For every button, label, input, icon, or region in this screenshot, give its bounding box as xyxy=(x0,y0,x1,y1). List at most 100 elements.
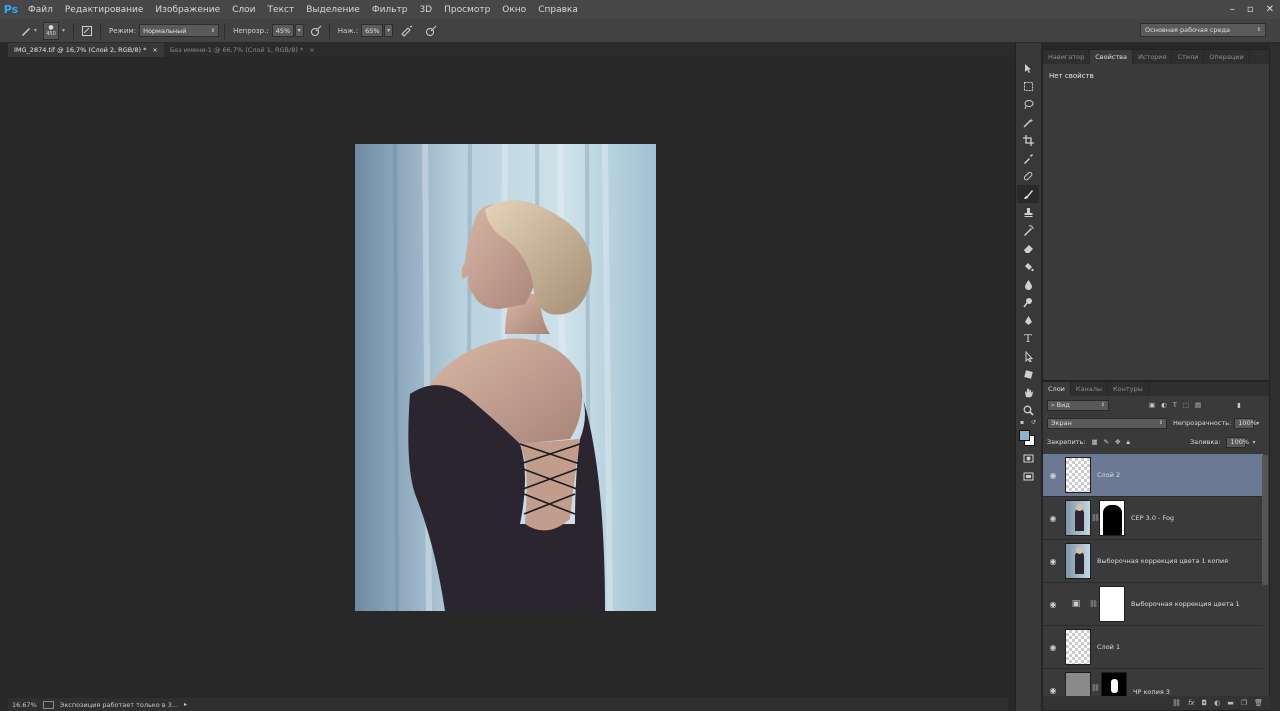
layer-mask-thumbnail[interactable] xyxy=(1099,500,1125,536)
zoom-tool-icon[interactable] xyxy=(1017,401,1039,419)
magic-wand-tool-icon[interactable] xyxy=(1017,113,1039,131)
tab-untitled-1[interactable]: Без имени-1 @ 66,7% (Слой 1, RGB/8) * × xyxy=(164,43,321,57)
layer-row[interactable]: ◉ ⛓︎ CEP 3.0 - Fog xyxy=(1043,497,1263,540)
adjustment-icon[interactable]: ◐ xyxy=(1214,699,1220,707)
opacity-input[interactable]: 45% xyxy=(271,24,294,37)
flow-dropdown-button[interactable]: ▾ xyxy=(384,24,394,37)
layers-scrollbar[interactable] xyxy=(1262,455,1268,585)
close-tab-icon[interactable]: × xyxy=(152,46,157,54)
fill-input[interactable]: 100% xyxy=(1226,436,1249,448)
layer-filter-select[interactable]: ⌕ Вид ⇕ xyxy=(1047,399,1109,411)
tab-layers[interactable]: Слои xyxy=(1043,382,1071,396)
history-brush-tool-icon[interactable] xyxy=(1017,221,1039,239)
visibility-eye-icon[interactable]: ◉ xyxy=(1043,514,1063,523)
link-icon[interactable]: ⛓︎ xyxy=(1172,699,1181,707)
menu-window[interactable]: Окно xyxy=(496,5,532,15)
lock-position-icon[interactable]: ✥ xyxy=(1115,438,1120,446)
brush-tool-icon[interactable] xyxy=(1017,185,1039,203)
screen-mode-icon[interactable] xyxy=(1017,467,1039,485)
fill-arrow-icon[interactable]: ▾ xyxy=(1252,439,1255,446)
layer-row[interactable]: ◉ Выборочная коррекция цвета 1 копия xyxy=(1043,540,1263,583)
visibility-eye-icon[interactable]: ◉ xyxy=(1043,471,1063,480)
tool-preset-arrow-icon[interactable]: ▾ xyxy=(34,27,37,34)
filter-toggle-icon[interactable]: ▮ xyxy=(1237,401,1241,409)
dodge-tool-icon[interactable] xyxy=(1017,293,1039,311)
default-colors-icon[interactable]: ▪ xyxy=(1020,419,1024,426)
flow-input[interactable]: 65% xyxy=(361,24,384,37)
layer-row[interactable]: ◉ ⛓︎ ЧР копия 3 xyxy=(1043,669,1263,699)
workspace-select[interactable]: Основная рабочая среда ⇕ xyxy=(1140,23,1266,37)
menu-edit[interactable]: Редактирование xyxy=(59,5,150,15)
zoom-level[interactable]: 16.67% xyxy=(12,701,37,709)
layer-row[interactable]: ◉ Слой 1 xyxy=(1043,626,1263,669)
layer-name[interactable]: Слой 1 xyxy=(1097,643,1120,651)
lasso-tool-icon[interactable] xyxy=(1017,95,1039,113)
lock-image-icon[interactable]: ✎ xyxy=(1104,438,1109,446)
visibility-eye-icon[interactable]: ◉ xyxy=(1043,600,1063,609)
layer-row[interactable]: ◉ ▣ ⛓︎ Выборочная коррекция цвета 1 xyxy=(1043,583,1263,626)
layer-opacity-input[interactable]: 100% xyxy=(1234,417,1257,429)
close-tab-icon[interactable]: × xyxy=(309,46,314,54)
eyedropper-tool-icon[interactable] xyxy=(1017,149,1039,167)
trash-icon[interactable]: 🗑︎ xyxy=(1254,699,1263,707)
swap-colors-icon[interactable]: ↺ xyxy=(1031,419,1036,426)
pressure-opacity-icon[interactable] xyxy=(308,23,324,39)
move-tool-icon[interactable] xyxy=(1017,59,1039,77)
path-selection-tool-icon[interactable] xyxy=(1017,347,1039,365)
layer-mask-thumbnail[interactable] xyxy=(1101,672,1127,698)
paint-bucket-tool-icon[interactable] xyxy=(1017,257,1039,275)
tab-properties[interactable]: Свойства xyxy=(1090,50,1133,64)
tab-actions[interactable]: Операции xyxy=(1204,50,1250,64)
blur-tool-icon[interactable] xyxy=(1017,275,1039,293)
mask-link-icon[interactable]: ⛓︎ xyxy=(1091,684,1100,692)
tab-styles[interactable]: Стили xyxy=(1172,50,1205,64)
maximize-button[interactable]: ▫ xyxy=(1247,4,1254,15)
tab-channels[interactable]: Каналы xyxy=(1071,382,1109,396)
clone-stamp-tool-icon[interactable] xyxy=(1017,203,1039,221)
mask-icon[interactable]: ◘ xyxy=(1202,699,1208,707)
brush-panel-icon[interactable] xyxy=(79,23,95,39)
mask-link-icon[interactable]: ⛓︎ xyxy=(1089,600,1098,608)
blend-mode-select[interactable]: Нормальный ⇕ xyxy=(139,24,220,37)
opacity-dropdown-button[interactable]: ▾ xyxy=(294,24,304,37)
filter-adjustment-icon[interactable]: ◐ xyxy=(1161,401,1167,409)
menu-help[interactable]: Справка xyxy=(532,5,584,15)
brush-picker-arrow-icon[interactable]: ▾ xyxy=(62,27,65,34)
layer-name[interactable]: Выборочная коррекция цвета 1 копия xyxy=(1097,557,1228,565)
type-tool-icon[interactable]: T xyxy=(1017,329,1039,347)
tab-paths[interactable]: Контуры xyxy=(1108,382,1149,396)
menu-layers[interactable]: Слои xyxy=(226,5,261,15)
menu-file[interactable]: Файл xyxy=(22,5,59,15)
status-info-icon[interactable] xyxy=(42,700,54,709)
menu-view[interactable]: Просмотр xyxy=(438,5,496,15)
filter-smart-object-icon[interactable]: ▤ xyxy=(1195,401,1201,409)
close-button[interactable]: ✕ xyxy=(1266,4,1274,15)
visibility-eye-icon[interactable]: ◉ xyxy=(1043,643,1063,652)
filter-type-icon[interactable]: T xyxy=(1173,401,1177,409)
menu-3d[interactable]: 3D xyxy=(413,5,438,15)
eraser-tool-icon[interactable] xyxy=(1017,239,1039,257)
pressure-size-icon[interactable] xyxy=(423,23,439,39)
layer-name[interactable]: CEP 3.0 - Fog xyxy=(1131,514,1174,522)
layer-name[interactable]: Выборочная коррекция цвета 1 xyxy=(1131,600,1240,608)
filter-shape-icon[interactable]: ⬚ xyxy=(1183,401,1189,409)
fx-icon[interactable]: fx xyxy=(1188,699,1195,707)
marquee-tool-icon[interactable] xyxy=(1017,77,1039,95)
tab-img-2874[interactable]: IMG_2874.tif @ 16,7% (Слой 2, RGB/8) * × xyxy=(8,43,164,57)
new-layer-icon[interactable]: ❐ xyxy=(1241,699,1247,707)
tab-history[interactable]: История xyxy=(1133,50,1173,64)
group-icon[interactable]: ▬ xyxy=(1227,699,1234,707)
healing-brush-tool-icon[interactable] xyxy=(1017,167,1039,185)
quick-mask-icon[interactable] xyxy=(1017,449,1039,467)
airbrush-icon[interactable] xyxy=(399,23,415,39)
pen-tool-icon[interactable] xyxy=(1017,311,1039,329)
menu-select[interactable]: Выделение xyxy=(300,5,366,15)
filter-pixel-icon[interactable]: ▣ xyxy=(1149,401,1155,409)
layer-row[interactable]: ◉ Слой 2 xyxy=(1043,454,1263,497)
crop-tool-icon[interactable] xyxy=(1017,131,1039,149)
foreground-color-swatch[interactable] xyxy=(1019,430,1030,441)
minimize-button[interactable]: – xyxy=(1230,4,1235,15)
layer-name[interactable]: Слой 2 xyxy=(1097,471,1120,479)
layer-mask-thumbnail[interactable] xyxy=(1099,586,1125,622)
shape-tool-icon[interactable] xyxy=(1017,365,1039,383)
